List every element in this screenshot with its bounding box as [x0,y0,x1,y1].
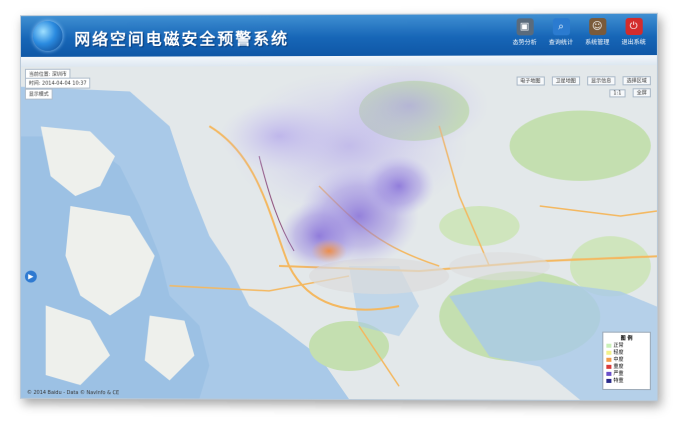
map-canvas [20,65,657,401]
situation-button[interactable]: ▣ 态势分析 [512,18,538,46]
logout-button[interactable]: ⏻ 退出系统 [621,17,647,47]
time-label: 时间: 2014-04-04 10:37 [28,80,87,87]
logout-label: 退出系统 [621,38,646,47]
zoom-ratio-button[interactable]: 1:1 [609,89,626,98]
header-toolbar: ▣ 态势分析 ⌕ 查询统计 ☺ 系统管理 ⏻ 退出系统 [512,17,647,47]
mode-label: 显示模式 [28,91,49,98]
legend-swatch [606,378,612,383]
search-icon: ⌕ [552,18,570,36]
zoom-group: 1:1 全屏 [607,79,651,98]
legend-label: 轻度 [613,349,624,356]
situation-label: 态势分析 [512,39,537,47]
query-label: 查询统计 [548,39,574,47]
legend-swatch [606,371,612,376]
map-copyright: © 2014 Baidu - Data © NavInfo & CE [26,389,120,397]
mode-panel[interactable]: 显示模式 [24,88,53,100]
monitor-icon: ▣ [516,18,534,36]
time-panel: 时间: 2014-04-04 10:37 [24,77,91,89]
satellite-map-button[interactable]: 卫星地图 [551,76,580,86]
app-title: 网络空间电磁安全预警系统 [74,29,290,49]
user-icon: ☺ [588,18,606,36]
legend-swatch [606,357,612,362]
legend-item: 特重 [603,377,650,384]
admin-button[interactable]: ☺ 系统管理 [584,18,610,46]
query-button[interactable]: ⌕ 查询统计 [548,18,574,46]
admin-label: 系统管理 [585,39,610,47]
map-legend: 图 例 正常 轻度 中度 重度 严重 特重 [602,331,651,391]
play-icon[interactable]: ▶ [24,270,37,283]
app-header: 网络空间电磁安全预警系统 ▣ 态势分析 ⌕ 查询统计 ☺ 系统管理 ⏻ 退出系统 [20,13,657,57]
legend-label: 严重 [613,370,624,377]
power-icon: ⏻ [625,17,643,36]
legend-label: 中度 [613,356,624,363]
map-view[interactable]: 当前位置: 深圳市 时间: 2014-04-04 10:37 显示模式 电子地图… [20,65,657,401]
fullscreen-button[interactable]: 全屏 [632,88,651,98]
legend-label: 特重 [613,377,624,384]
globe-logo-icon [32,20,63,51]
electronic-map-button[interactable]: 电子地图 [516,76,545,86]
legend-label: 重度 [613,363,624,370]
app-window: 网络空间电磁安全预警系统 ▣ 态势分析 ⌕ 查询统计 ☺ 系统管理 ⏻ 退出系统 [20,12,658,402]
legend-swatch [606,343,612,348]
legend-label: 正常 [613,342,624,349]
legend-swatch [606,350,612,355]
legend-swatch [606,364,612,369]
